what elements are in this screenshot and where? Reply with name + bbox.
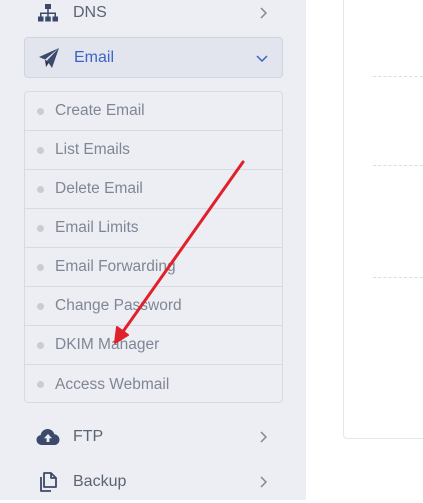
bullet-icon <box>37 263 44 271</box>
bullet-icon <box>37 341 44 349</box>
bullet-icon <box>37 302 44 310</box>
submenu-item-access-webmail[interactable]: Access Webmail <box>25 365 282 404</box>
sidebar-item-backup[interactable]: Backup <box>24 461 283 503</box>
submenu-item-dkim-manager[interactable]: DKIM Manager <box>25 326 282 365</box>
submenu-item-label: Change Password <box>55 297 182 314</box>
sidebar-item-email[interactable]: Email <box>24 37 283 78</box>
submenu-item-label: Email Limits <box>55 219 139 236</box>
submenu-item-list-emails[interactable]: List Emails <box>25 131 282 170</box>
email-submenu: Create Email List Emails Delete Email Em… <box>24 91 283 403</box>
sidebar-item-label: Backup <box>73 473 127 490</box>
submenu-item-email-forwarding[interactable]: Email Forwarding <box>25 248 282 287</box>
divider <box>373 277 423 278</box>
submenu-item-label: Create Email <box>55 102 145 119</box>
submenu-item-label: DKIM Manager <box>55 336 160 353</box>
submenu-item-label: List Emails <box>55 141 130 158</box>
sidebar-item-label: Email <box>74 48 115 66</box>
divider <box>373 165 423 166</box>
chevron-down-icon <box>256 52 268 64</box>
sidebar-item-dns[interactable]: DNS <box>24 0 283 34</box>
sidebar: DNS Email Create Email List Emails Delet… <box>0 0 306 500</box>
submenu-item-label: Delete Email <box>55 180 143 197</box>
content-panel <box>343 0 423 439</box>
copy-icon <box>36 470 60 494</box>
sidebar-item-label: DNS <box>73 4 107 21</box>
submenu-item-email-limits[interactable]: Email Limits <box>25 209 282 248</box>
sitemap-icon <box>36 1 60 25</box>
submenu-item-delete-email[interactable]: Delete Email <box>25 170 282 209</box>
bullet-icon <box>37 381 44 388</box>
paper-plane-icon <box>37 46 61 70</box>
submenu-item-label: Access Webmail <box>55 375 170 393</box>
cloud-upload-icon <box>36 425 60 449</box>
submenu-item-label: Email Forwarding <box>55 258 176 275</box>
submenu-item-change-password[interactable]: Change Password <box>25 287 282 326</box>
sidebar-item-ftp[interactable]: FTP <box>24 416 283 458</box>
bullet-icon <box>37 146 44 154</box>
chevron-right-icon <box>257 476 269 488</box>
chevron-right-icon <box>257 7 269 19</box>
submenu-item-create-email[interactable]: Create Email <box>25 92 282 131</box>
divider <box>373 76 423 77</box>
chevron-right-icon <box>257 431 269 443</box>
sidebar-item-label: FTP <box>73 428 104 445</box>
bullet-icon <box>37 224 44 232</box>
bullet-icon <box>37 185 44 193</box>
bullet-icon <box>37 107 44 115</box>
